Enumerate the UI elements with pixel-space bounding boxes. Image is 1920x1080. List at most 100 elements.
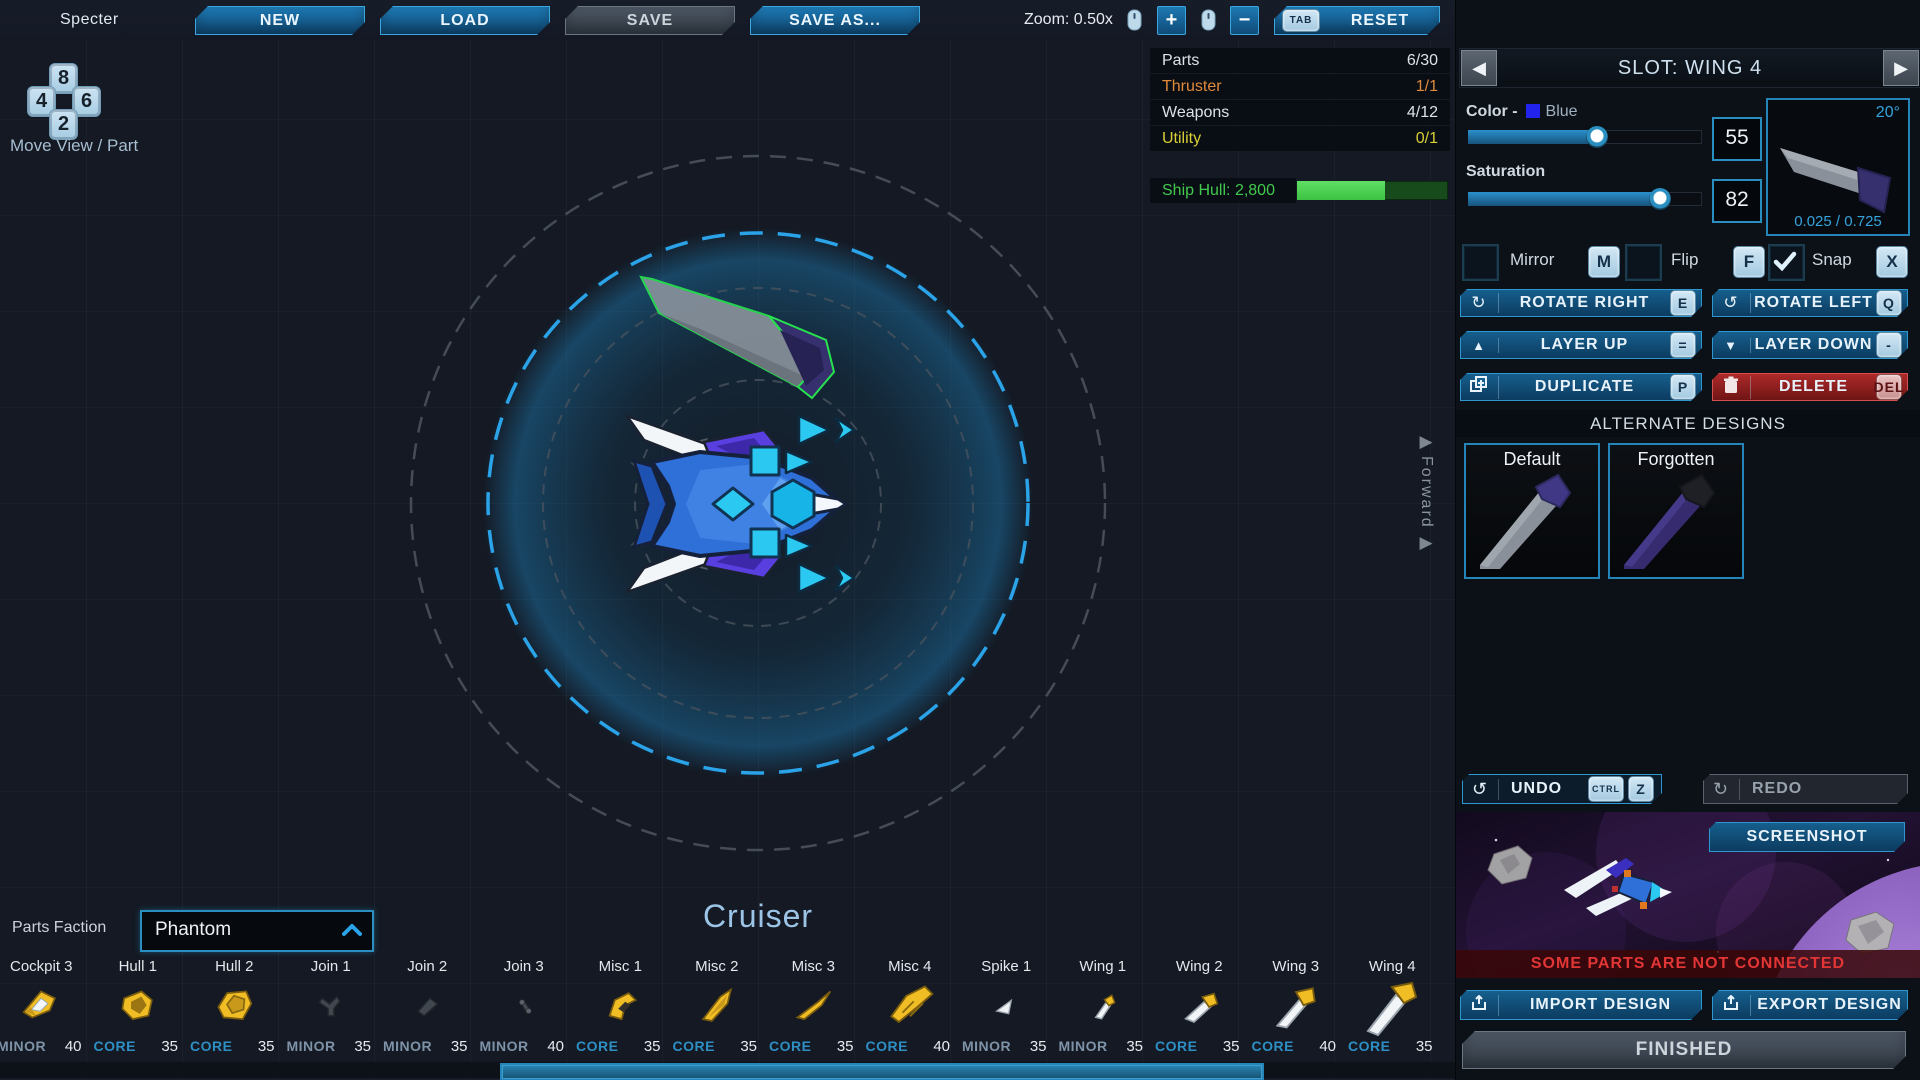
- snap-label: Snap: [1812, 250, 1852, 270]
- finished-button[interactable]: FINISHED: [1462, 1031, 1906, 1069]
- mouse-scroll-icon: [1127, 9, 1142, 31]
- parts-palette: Cockpit 3 MINOR40 Hull 1 CORE35 Hull 2 C…: [0, 958, 1453, 1058]
- stat-label: Thruster: [1162, 74, 1222, 99]
- ship-editor-app: ▶ Forward ▶ Cruiser Specter NEW LOAD SAV…: [0, 0, 1920, 1080]
- part-item-wing4[interactable]: Wing 4 CORE35: [1344, 958, 1441, 1058]
- next-slot-button[interactable]: ▶: [1883, 50, 1919, 86]
- stat-label: Parts: [1162, 48, 1199, 73]
- ship-name: Specter: [60, 0, 119, 40]
- design-name: Forgotten: [1610, 449, 1742, 470]
- color-slider-handle[interactable]: [1586, 126, 1608, 148]
- parts-faction-label: Parts Faction: [12, 919, 106, 937]
- design-default-graphic: [1466, 469, 1594, 573]
- mouse-scroll-icon: [1201, 9, 1216, 31]
- forward-arrow-icon: ▶: [1408, 432, 1444, 452]
- part-item-wing3[interactable]: Wing 3 CORE40: [1248, 958, 1345, 1058]
- flip-checkbox[interactable]: [1625, 244, 1662, 281]
- part-icon: [90, 978, 187, 1036]
- color-slider[interactable]: [1468, 130, 1702, 144]
- part-badge: MINOR: [383, 1038, 432, 1054]
- screenshot-button[interactable]: SCREENSHOT: [1709, 822, 1905, 852]
- ctrl-key-icon: CTRL: [1588, 776, 1624, 802]
- import-design-button[interactable]: IMPORT DESIGN: [1460, 990, 1702, 1020]
- part-name: Cockpit 3: [0, 958, 90, 978]
- part-badge: CORE: [1252, 1038, 1294, 1054]
- reset-view-button[interactable]: TAB RESET: [1274, 6, 1440, 35]
- part-badge: CORE: [866, 1038, 908, 1054]
- part-item-misc1[interactable]: Misc 1 CORE35: [572, 958, 669, 1058]
- zoom-out-button[interactable]: −: [1230, 6, 1259, 35]
- part-badge: MINOR: [0, 1038, 46, 1054]
- part-cost: 35: [837, 1038, 854, 1055]
- parts-scrollbar-thumb[interactable]: [500, 1063, 1264, 1080]
- part-angle: 20°: [1876, 104, 1900, 122]
- part-item-hull1[interactable]: Hull 1 CORE35: [90, 958, 187, 1058]
- part-item-join1[interactable]: Join 1 MINOR35: [283, 958, 380, 1058]
- arrow-down-icon: ▼: [1712, 338, 1751, 353]
- design-name: Default: [1466, 449, 1598, 470]
- part-item-misc3[interactable]: Misc 3 CORE35: [765, 958, 862, 1058]
- load-button[interactable]: LOAD: [380, 6, 550, 35]
- part-cost: 35: [451, 1038, 468, 1055]
- part-item-wing1[interactable]: Wing 1 MINOR35: [1055, 958, 1152, 1058]
- part-cost: 35: [1030, 1038, 1047, 1055]
- part-cost: 35: [161, 1038, 178, 1055]
- duplicate-icon: [1460, 376, 1499, 399]
- saturation-slider[interactable]: [1468, 192, 1702, 206]
- part-name: Misc 3: [765, 958, 862, 978]
- part-item-cockpit3[interactable]: Cockpit 3 MINOR40: [0, 958, 90, 1058]
- parts-scrollbar-track[interactable]: [0, 1062, 1455, 1078]
- part-item-spike1[interactable]: Spike 1 MINOR35: [958, 958, 1055, 1058]
- saturation-slider-handle[interactable]: [1649, 188, 1671, 210]
- part-item-wing2[interactable]: Wing 2 CORE35: [1151, 958, 1248, 1058]
- export-design-button[interactable]: EXPORT DESIGN: [1712, 990, 1908, 1020]
- stat-row: Thruster 1/1: [1150, 74, 1450, 99]
- part-cost: 40: [933, 1038, 950, 1055]
- layer-down-key-icon: -: [1876, 332, 1902, 358]
- mirror-key-icon: M: [1588, 246, 1620, 278]
- delete-button[interactable]: DELETE DEL: [1712, 373, 1908, 401]
- part-item-join2[interactable]: Join 2 MINOR 35: [379, 958, 476, 1058]
- duplicate-button[interactable]: DUPLICATE P: [1460, 373, 1702, 401]
- import-icon: [1460, 995, 1499, 1016]
- design-thumb-default[interactable]: Default: [1464, 443, 1600, 579]
- stat-value: 0/1: [1416, 126, 1438, 151]
- forward-arrow-icon: ▶: [1408, 533, 1444, 553]
- save-button[interactable]: SAVE: [565, 6, 735, 35]
- part-item-misc4[interactable]: Misc 4 CORE 40: [862, 958, 959, 1058]
- part-item-join3[interactable]: Join 3 MINOR40: [476, 958, 573, 1058]
- export-icon: [1712, 995, 1751, 1016]
- new-button[interactable]: NEW: [195, 6, 365, 35]
- part-badge: CORE: [94, 1038, 136, 1054]
- part-item-hull2[interactable]: Hull 2 CORE35: [186, 958, 283, 1058]
- rotate-right-button[interactable]: ↻ ROTATE RIGHT E: [1460, 289, 1702, 317]
- part-cost: 35: [1223, 1038, 1240, 1055]
- parts-faction-value: Phantom: [155, 912, 231, 948]
- layer-down-button[interactable]: ▼ LAYER DOWN -: [1712, 331, 1908, 359]
- color-value-box[interactable]: 55: [1712, 117, 1762, 161]
- part-name: Join 2: [379, 958, 476, 978]
- parts-faction-dropdown[interactable]: Phantom: [140, 910, 374, 952]
- forward-marker: ▶ Forward ▶: [1408, 432, 1444, 553]
- save-as-button[interactable]: SAVE AS...: [750, 6, 920, 35]
- move-keys-caption: Move View / Part: [10, 136, 138, 156]
- rotate-left-button[interactable]: ↺ ROTATE LEFT Q: [1712, 289, 1908, 317]
- snap-checkbox[interactable]: [1768, 244, 1805, 281]
- undo-button[interactable]: ↺ UNDO CTRL Z: [1462, 774, 1662, 804]
- saturation-value-box[interactable]: 82: [1712, 179, 1762, 223]
- layer-up-button[interactable]: ▲ LAYER UP =: [1460, 331, 1702, 359]
- zoom-in-button[interactable]: +: [1157, 6, 1186, 35]
- stat-row: Weapons 4/12: [1150, 100, 1450, 125]
- part-item-misc2[interactable]: Misc 2 CORE35: [669, 958, 766, 1058]
- part-name: Wing 4: [1344, 958, 1441, 978]
- part-badge: CORE: [1155, 1038, 1197, 1054]
- redo-button[interactable]: ↻ REDO: [1703, 774, 1908, 804]
- prev-slot-button[interactable]: ◀: [1461, 50, 1497, 86]
- part-name: Misc 4: [862, 958, 959, 978]
- part-name: Wing 3: [1248, 958, 1345, 978]
- slot-title: SLOT: WING 4: [1459, 48, 1920, 88]
- mirror-checkbox[interactable]: [1462, 244, 1499, 281]
- part-cost: 40: [547, 1038, 564, 1055]
- part-cost: 35: [258, 1038, 275, 1055]
- design-thumb-forgotten[interactable]: Forgotten: [1608, 443, 1744, 579]
